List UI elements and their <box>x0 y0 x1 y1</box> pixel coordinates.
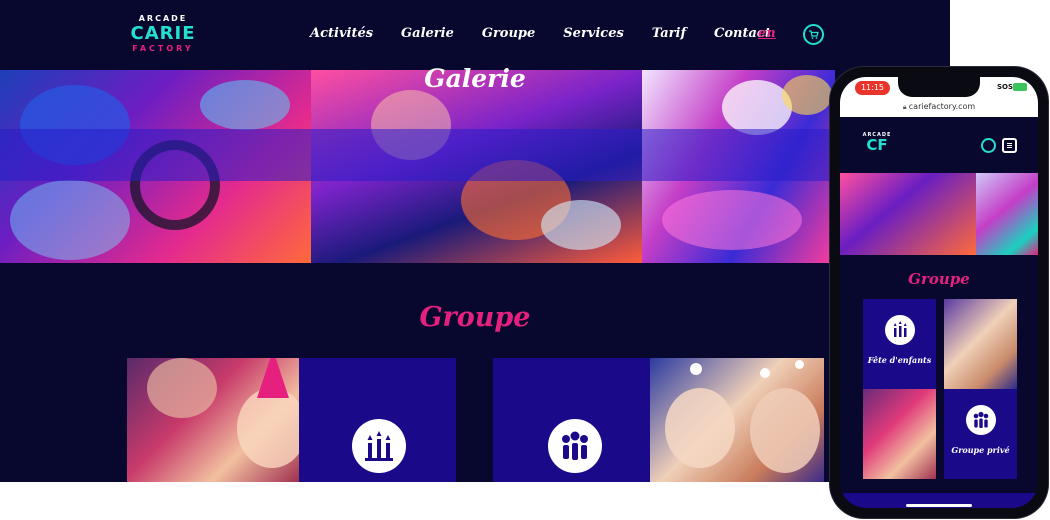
group-photo-children-party[interactable] <box>127 358 299 482</box>
browser-url-bar[interactable]: 🔒︎ cariefactory.com <box>840 102 1038 112</box>
hero-title: Galerie <box>424 64 526 93</box>
section-title-groupe: Groupe <box>419 302 531 333</box>
mobile-photo-birthday-cake[interactable] <box>863 389 936 479</box>
group-people-icon <box>548 419 602 473</box>
main-menu: Activités Galerie Groupe Services Tarif … <box>310 24 771 44</box>
group-photo-kids-popcorn[interactable] <box>650 358 824 482</box>
cart-icon <box>809 30 819 39</box>
hero-title-band <box>0 129 835 181</box>
group-card-birthday[interactable] <box>299 358 456 482</box>
top-navigation: ARCADE CARIE FACTORY Activités Galerie G… <box>0 0 950 70</box>
mobile-card-private-label: Groupe privé <box>951 445 1010 455</box>
phone-status-bar: 11:15 SOS 🔒︎ cariefactory.com <box>840 77 1038 117</box>
mockup-stage: ARCADE CARIE FACTORY Activités Galerie G… <box>0 0 1050 520</box>
nav-tarif[interactable]: Tarif <box>652 24 686 44</box>
menu-icon-bar <box>1007 147 1012 148</box>
desktop-site: ARCADE CARIE FACTORY Activités Galerie G… <box>0 0 950 482</box>
birthday-candles-icon <box>352 419 406 473</box>
phone-mockup: 11:15 SOS 🔒︎ cariefactory.com ARCADE CF <box>830 67 1048 518</box>
mobile-gallery-hero <box>840 173 1038 255</box>
gallery-hero <box>0 70 835 263</box>
language-switch[interactable]: en <box>758 25 776 43</box>
mobile-card-private[interactable]: Groupe privé <box>944 389 1017 479</box>
cart-button[interactable] <box>803 24 824 45</box>
mobile-cart-button[interactable] <box>981 138 996 153</box>
nav-activites[interactable]: Activités <box>310 24 373 44</box>
mobile-logo-cf: CF <box>866 136 888 154</box>
mobile-logo[interactable]: ARCADE CF <box>862 132 892 153</box>
mobile-section-title: Groupe <box>908 270 970 288</box>
mobile-gallery-photo-ball-pit[interactable] <box>976 173 1038 255</box>
group-people-icon <box>966 405 996 435</box>
menu-icon-bar <box>1007 143 1012 144</box>
group-card-private[interactable] <box>493 358 650 482</box>
phone-notch <box>898 77 980 97</box>
nav-groupe[interactable]: Groupe <box>482 24 535 44</box>
nav-services[interactable]: Services <box>563 24 624 44</box>
browser-url: cariefactory.com <box>908 102 976 111</box>
logo-line-factory: FACTORY <box>132 44 194 53</box>
phone-screen: 11:15 SOS 🔒︎ cariefactory.com ARCADE CF <box>840 77 1038 508</box>
site-logo[interactable]: ARCADE CARIE FACTORY <box>122 14 204 54</box>
status-sos: SOS <box>997 83 1014 91</box>
mobile-card-birthday-label: Fête d'enfants <box>867 355 932 365</box>
mobile-gallery-photo-ride[interactable] <box>840 173 976 255</box>
status-time: 11:15 <box>855 81 890 95</box>
menu-icon-bar <box>1007 145 1012 146</box>
mobile-card-birthday[interactable]: Fête d'enfants <box>863 299 936 389</box>
mobile-menu-button[interactable] <box>1002 138 1017 153</box>
battery-icon <box>1013 83 1027 91</box>
nav-galerie[interactable]: Galerie <box>401 24 454 44</box>
logo-line-carie: CARIE <box>130 23 196 44</box>
mobile-photo-kids-popcorn[interactable] <box>944 299 1017 389</box>
home-indicator <box>906 504 972 507</box>
birthday-candles-icon <box>885 315 915 345</box>
